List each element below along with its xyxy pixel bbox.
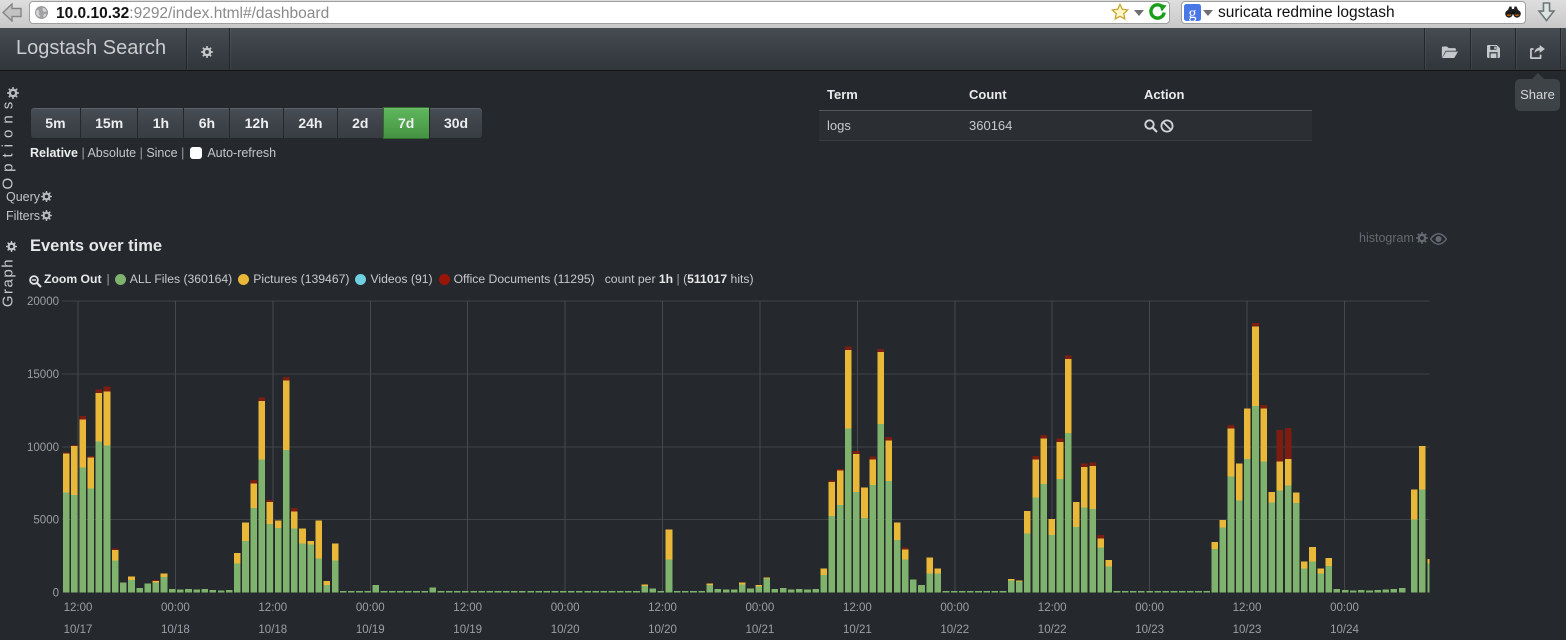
svg-text:15000: 15000	[27, 369, 59, 381]
svg-text:10/21: 10/21	[746, 624, 775, 636]
svg-text:00:00: 00:00	[161, 602, 190, 614]
svg-text:10/21: 10/21	[843, 624, 872, 636]
svg-text:12:00: 12:00	[648, 602, 677, 614]
svg-text:20000: 20000	[27, 296, 59, 308]
svg-text:00:00: 00:00	[356, 602, 385, 614]
svg-text:10/22: 10/22	[1038, 624, 1067, 636]
svg-text:10/18: 10/18	[258, 624, 287, 636]
svg-text:00:00: 00:00	[551, 602, 580, 614]
svg-text:12:00: 12:00	[843, 602, 872, 614]
svg-text:10/22: 10/22	[940, 624, 969, 636]
svg-text:12:00: 12:00	[453, 602, 482, 614]
svg-text:00:00: 00:00	[1135, 602, 1164, 614]
svg-text:10/23: 10/23	[1233, 624, 1262, 636]
svg-text:10/17: 10/17	[64, 624, 93, 636]
svg-text:00:00: 00:00	[1330, 602, 1359, 614]
svg-text:00:00: 00:00	[940, 602, 969, 614]
svg-text:10/20: 10/20	[551, 624, 580, 636]
svg-text:12:00: 12:00	[258, 602, 287, 614]
svg-text:12:00: 12:00	[1038, 602, 1067, 614]
svg-text:12:00: 12:00	[1233, 602, 1262, 614]
svg-text:10/18: 10/18	[161, 624, 190, 636]
svg-text:00:00: 00:00	[746, 602, 775, 614]
svg-text:5000: 5000	[33, 515, 59, 527]
svg-text:10000: 10000	[27, 442, 59, 454]
svg-text:10/24: 10/24	[1330, 624, 1359, 636]
svg-text:12:00: 12:00	[64, 602, 93, 614]
svg-text:10/19: 10/19	[453, 624, 482, 636]
svg-text:10/23: 10/23	[1135, 624, 1164, 636]
svg-text:0: 0	[53, 588, 59, 600]
svg-text:10/20: 10/20	[648, 624, 677, 636]
svg-text:10/19: 10/19	[356, 624, 385, 636]
